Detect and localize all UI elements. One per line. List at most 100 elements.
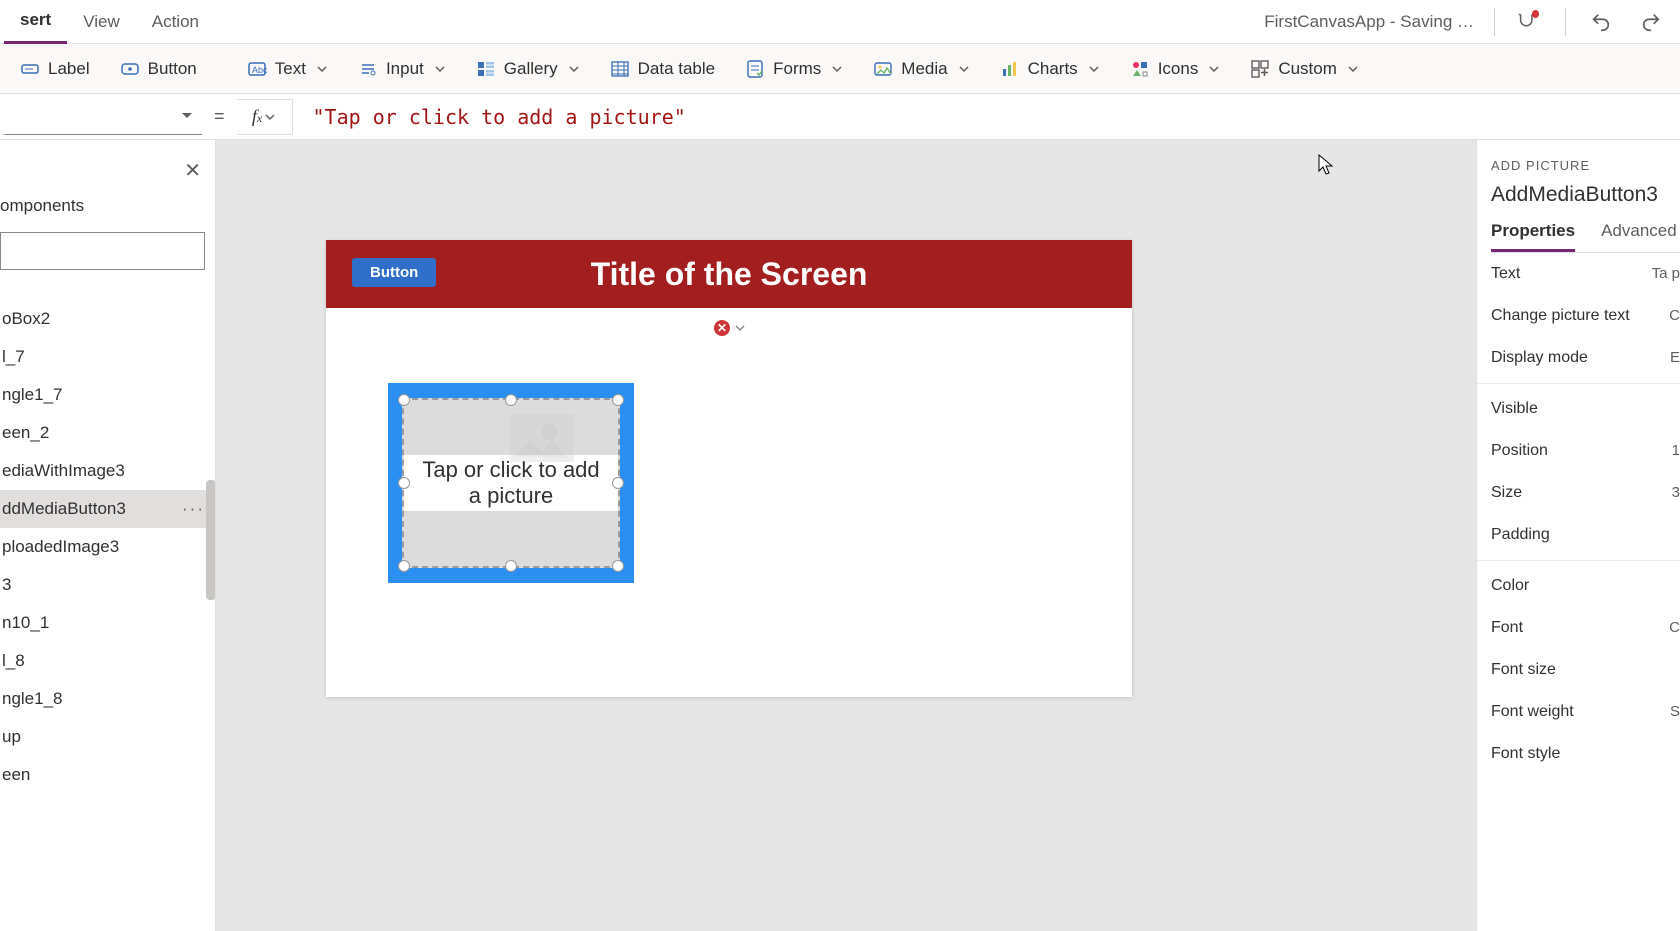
control-category: ADD PICTURE	[1491, 158, 1680, 173]
properties-panel: ADD PICTURE AddMediaButton3 Properties A…	[1476, 140, 1680, 931]
tree-item[interactable]: up	[0, 718, 215, 756]
prop-visible[interactable]: Visible	[1491, 388, 1680, 430]
chevron-down-icon	[568, 63, 580, 75]
screen-button[interactable]: Button	[352, 258, 436, 287]
separator	[1565, 8, 1566, 36]
tree-item[interactable]: ediaWithImage3	[0, 452, 215, 490]
insert-ribbon: Label Button Abc Text Input Gallery Data…	[0, 44, 1680, 94]
prop-font[interactable]: FontC	[1491, 607, 1680, 649]
resize-handle[interactable]	[612, 560, 624, 572]
prop-display-mode[interactable]: Display modeE	[1491, 337, 1680, 379]
charts-icon	[1000, 59, 1020, 79]
ribbon-icons[interactable]: Icons	[1118, 53, 1233, 85]
ribbon-gallery[interactable]: Gallery	[464, 53, 592, 85]
resize-handle[interactable]	[398, 560, 410, 572]
screen-title: Title of the Screen	[326, 256, 1132, 293]
chevron-down-icon	[264, 111, 276, 123]
tree-item[interactable]: n10_1	[0, 604, 215, 642]
chevron-down-icon	[831, 63, 843, 75]
add-picture-text: Tap or click to add a picture	[404, 455, 618, 511]
tree-item[interactable]: een_2	[0, 414, 215, 452]
tree-item[interactable]: een	[0, 756, 215, 794]
chevron-down-icon	[958, 63, 970, 75]
prop-position[interactable]: Position1	[1491, 430, 1680, 472]
tree-panel: ✕ omponents oBox2 l_7 ngle1_7 een_2 edia…	[0, 140, 216, 931]
tree-item[interactable]: oBox2	[0, 300, 215, 338]
resize-handle[interactable]	[612, 394, 624, 406]
undo-icon[interactable]	[1586, 7, 1616, 37]
fx-button[interactable]: fx	[237, 99, 293, 135]
tree-item[interactable]: ngle1_8	[0, 680, 215, 718]
prop-font-weight[interactable]: Font weightS	[1491, 691, 1680, 733]
ribbon-media[interactable]: Media	[861, 53, 981, 85]
tree-item-selected[interactable]: ddMediaButton3···	[0, 490, 215, 528]
ribbon-custom[interactable]: Custom	[1238, 53, 1371, 85]
chevron-down-icon	[1208, 63, 1220, 75]
tree-search-input[interactable]	[0, 232, 205, 270]
label-icon	[20, 59, 40, 79]
property-dropdown[interactable]	[4, 99, 202, 135]
resize-handle[interactable]	[398, 477, 410, 489]
forms-icon	[745, 59, 765, 79]
ribbon-button[interactable]: Button	[108, 53, 209, 85]
ribbon-label[interactable]: Label	[8, 53, 102, 85]
tree-item[interactable]: l_7	[0, 338, 215, 376]
datatable-icon	[610, 59, 630, 79]
formula-bar: = fx	[0, 94, 1680, 140]
canvas[interactable]: Button Title of the Screen ✕ Tap or clic…	[216, 140, 1476, 931]
button-icon	[120, 59, 140, 79]
tree-list: oBox2 l_7 ngle1_7 een_2 ediaWithImage3 d…	[0, 300, 215, 931]
prop-color[interactable]: Color	[1491, 565, 1680, 607]
app-screen: Button Title of the Screen ✕ Tap or clic…	[326, 240, 1132, 697]
screen-header: Button Title of the Screen	[326, 240, 1132, 308]
chevron-down-icon	[434, 63, 446, 75]
prop-font-size[interactable]: Font size	[1491, 649, 1680, 691]
resize-handle[interactable]	[505, 394, 517, 406]
tree-item[interactable]: 3	[0, 566, 215, 604]
resize-handle[interactable]	[612, 477, 624, 489]
prop-font-style[interactable]: Font style	[1491, 733, 1680, 775]
chevron-down-icon	[734, 322, 746, 334]
resize-handle[interactable]	[398, 394, 410, 406]
selection-box[interactable]: Tap or click to add a picture	[402, 398, 620, 568]
add-picture-control[interactable]: Tap or click to add a picture	[388, 383, 634, 583]
ribbon-text[interactable]: Abc Text	[235, 53, 340, 85]
ribbon-input[interactable]: Input	[346, 53, 458, 85]
control-name: AddMediaButton3	[1491, 183, 1680, 207]
app-checker-icon[interactable]	[1515, 7, 1545, 37]
tree-item[interactable]: ngle1_7	[0, 376, 215, 414]
ribbon-forms[interactable]: Forms	[733, 53, 855, 85]
error-icon: ✕	[714, 320, 730, 336]
menu-tabs: sert View Action FirstCanvasApp - Saving…	[0, 0, 1680, 44]
tree-item[interactable]: l_8	[0, 642, 215, 680]
error-indicator[interactable]: ✕	[714, 320, 746, 336]
tab-action[interactable]: Action	[136, 0, 215, 44]
media-icon	[873, 59, 893, 79]
scrollbar-thumb[interactable]	[206, 480, 215, 600]
chevron-down-icon	[316, 63, 328, 75]
svg-text:Abc: Abc	[252, 65, 267, 75]
tab-properties[interactable]: Properties	[1491, 221, 1575, 252]
ribbon-charts[interactable]: Charts	[988, 53, 1112, 85]
input-icon	[358, 59, 378, 79]
prop-size[interactable]: Size3	[1491, 472, 1680, 514]
more-icon[interactable]: ···	[182, 499, 205, 519]
tab-advanced[interactable]: Advanced	[1601, 221, 1677, 252]
text-icon: Abc	[247, 59, 267, 79]
equals-sign: =	[214, 106, 225, 127]
image-placeholder-icon	[510, 414, 574, 462]
separator	[1494, 8, 1495, 36]
chevron-down-icon	[1347, 63, 1359, 75]
close-icon[interactable]: ✕	[184, 158, 201, 183]
tab-view[interactable]: View	[67, 0, 136, 44]
custom-icon	[1250, 59, 1270, 79]
ribbon-datatable[interactable]: Data table	[598, 53, 728, 85]
tab-insert[interactable]: sert	[4, 0, 67, 44]
formula-input[interactable]	[305, 99, 1676, 135]
prop-text[interactable]: TextTa p	[1491, 253, 1680, 295]
prop-change-picture-text[interactable]: Change picture textC	[1491, 295, 1680, 337]
resize-handle[interactable]	[505, 560, 517, 572]
prop-padding[interactable]: Padding	[1491, 514, 1680, 556]
tree-item[interactable]: ploadedImage3	[0, 528, 215, 566]
redo-icon[interactable]	[1636, 7, 1666, 37]
